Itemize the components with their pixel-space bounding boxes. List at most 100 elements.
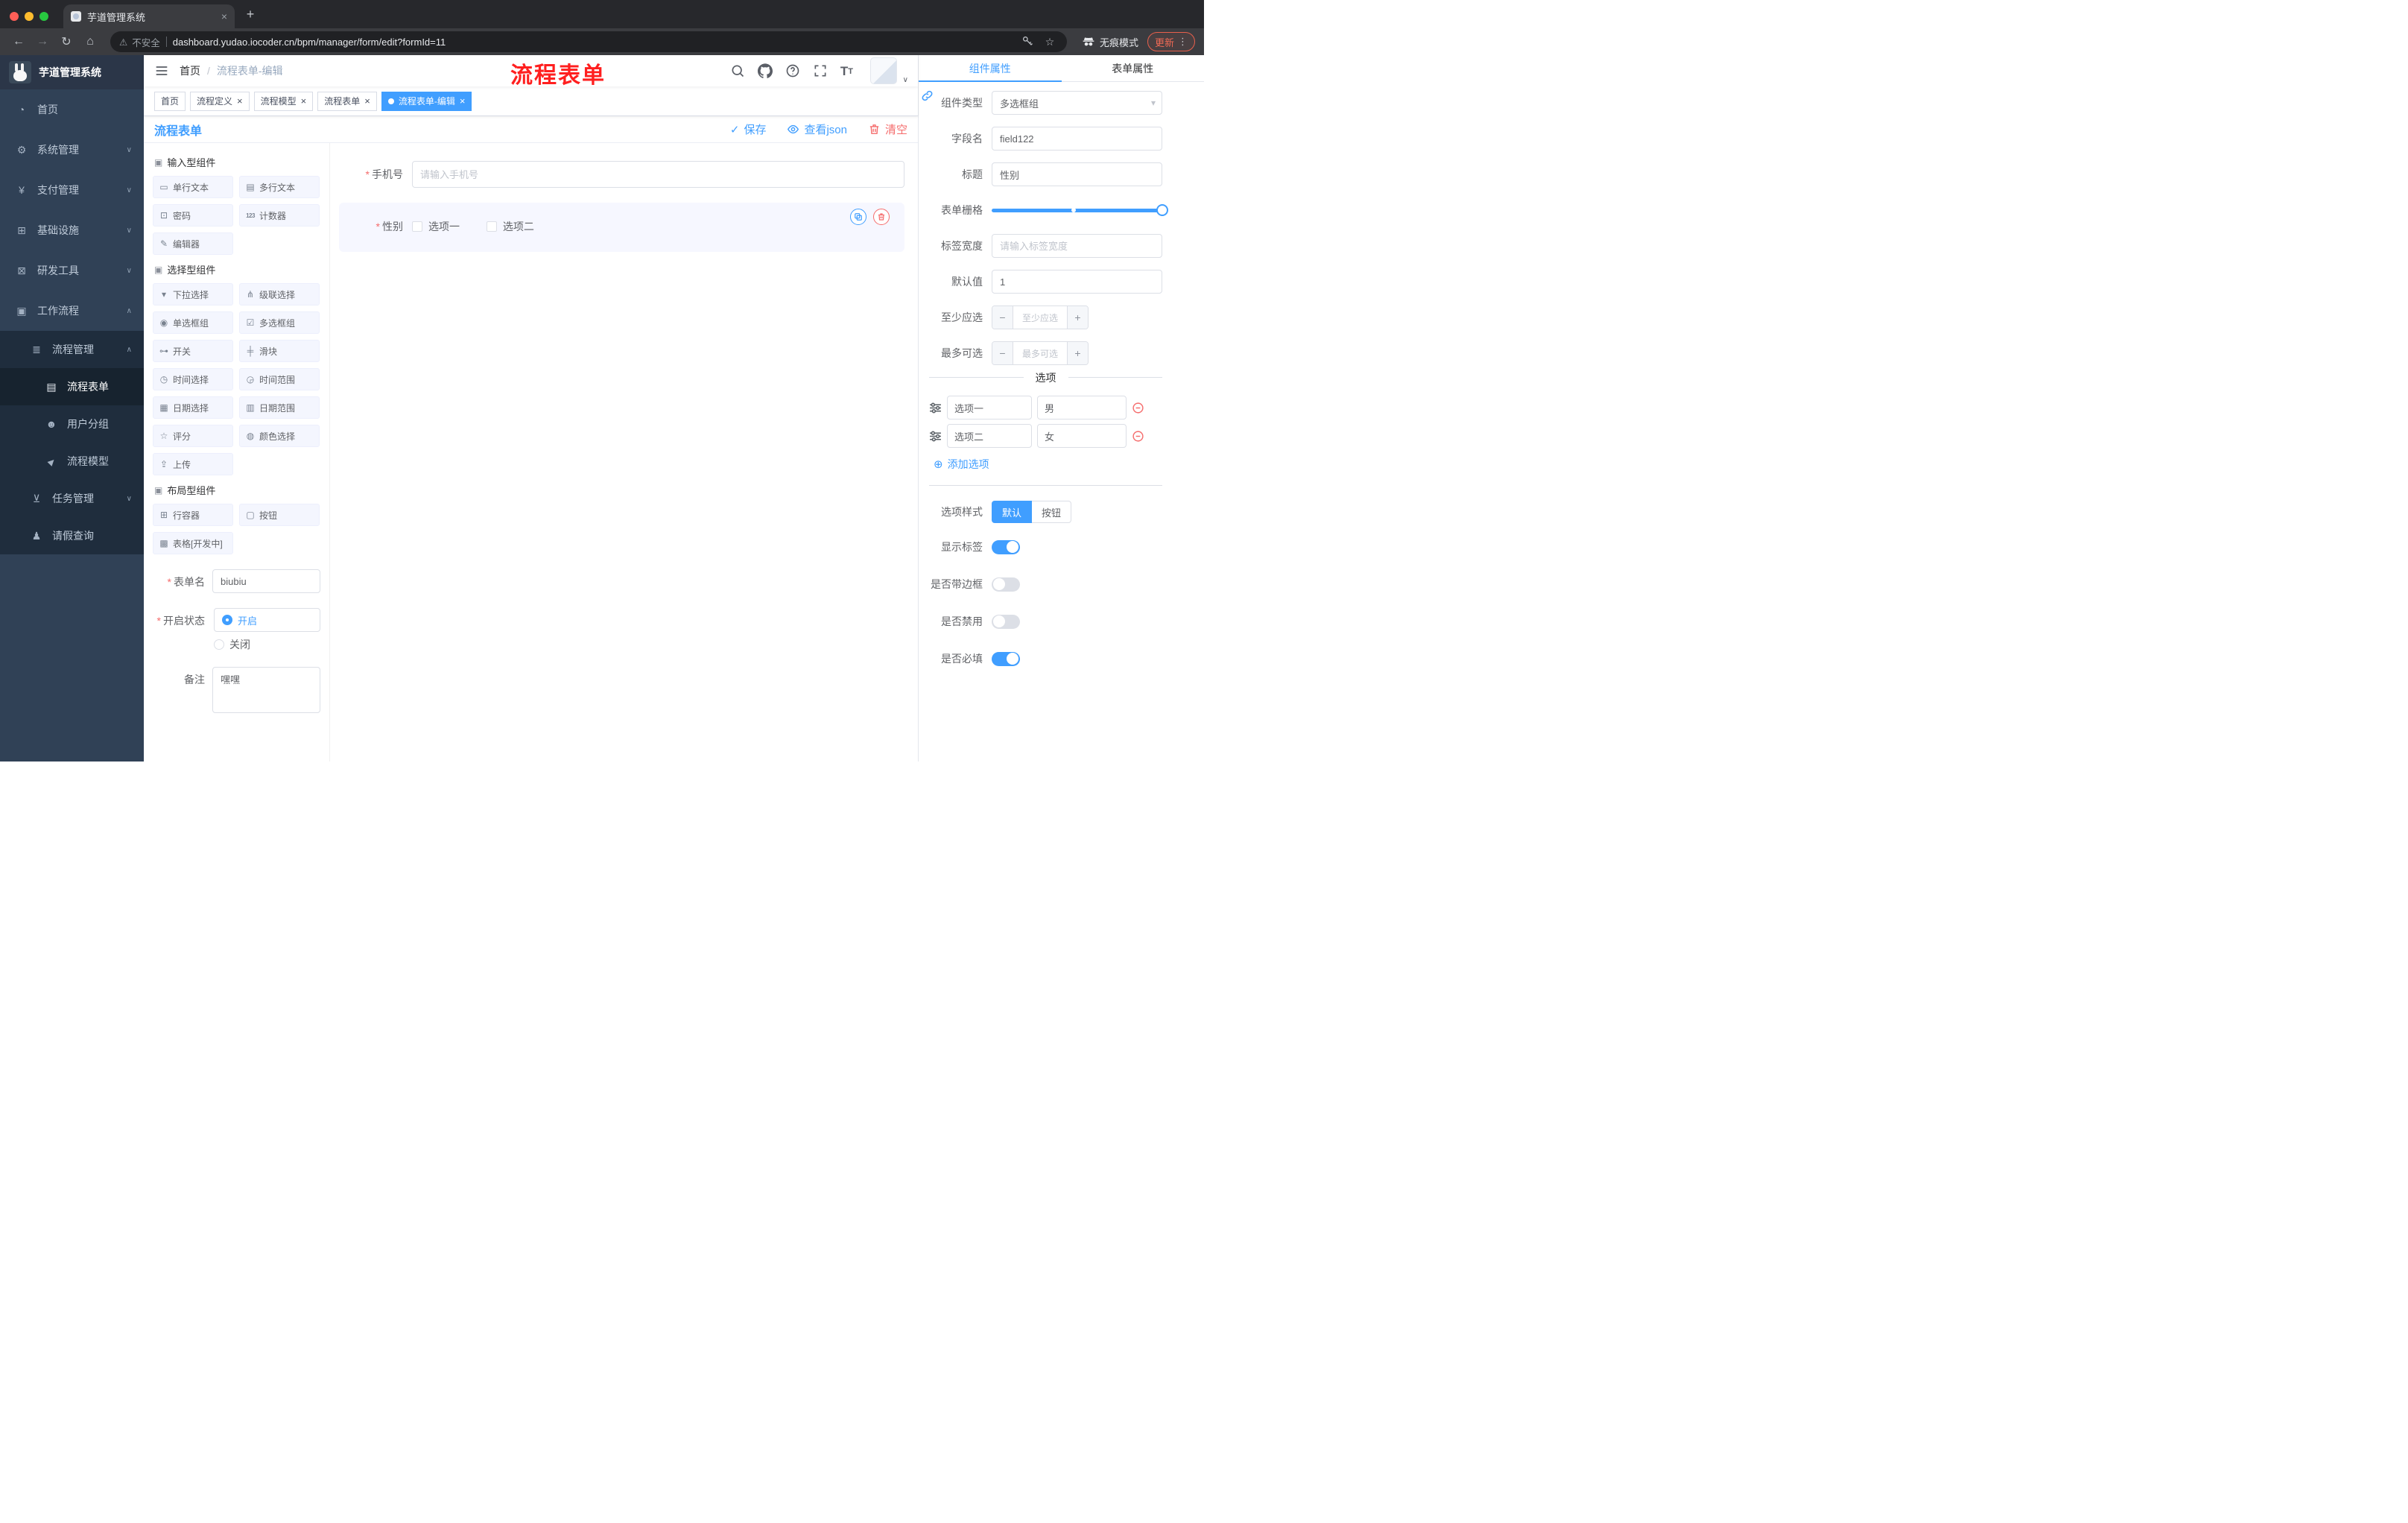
- sidebar-item-infrastructure[interactable]: ⊞ 基础设施 ∨: [0, 210, 144, 250]
- component-button[interactable]: ▢ 按钮: [239, 504, 320, 526]
- sidebar-item-workflow[interactable]: ▣ 工作流程 ∧: [0, 291, 144, 331]
- bookmark-star-icon[interactable]: ☆: [1042, 36, 1058, 48]
- help-icon[interactable]: [785, 63, 800, 78]
- component-table[interactable]: ▩ 表格[开发中]: [153, 532, 233, 554]
- tab-form-props[interactable]: 表单属性: [1062, 55, 1205, 81]
- new-tab-button[interactable]: +: [241, 4, 260, 24]
- search-icon[interactable]: [730, 63, 745, 78]
- minus-button[interactable]: −: [992, 306, 1013, 329]
- view-json-button[interactable]: 查看json: [787, 121, 847, 137]
- browser-home-icon[interactable]: ⌂: [80, 35, 100, 48]
- minus-button[interactable]: −: [992, 342, 1013, 364]
- component-time-range[interactable]: ◶ 时间范围: [239, 368, 320, 390]
- password-key-icon[interactable]: [1019, 35, 1036, 49]
- min-select-value[interactable]: 至少应选: [1013, 306, 1067, 329]
- sidebar-item-user-group[interactable]: ☻ 用户分组: [0, 405, 144, 443]
- sidebar-item-system[interactable]: ⚙ 系统管理 ∨: [0, 130, 144, 170]
- gender-option-2[interactable]: 选项二: [486, 219, 534, 234]
- sidebar-item-process-mgmt[interactable]: ≣ 流程管理 ∧: [0, 331, 144, 368]
- sidebar-logo[interactable]: 芋道管理系统: [0, 55, 144, 89]
- status-off-radio[interactable]: 关闭: [214, 632, 250, 652]
- style-default-button[interactable]: 默认: [992, 501, 1033, 523]
- disabled-switch[interactable]: [992, 614, 1020, 629]
- sidebar-item-process-form[interactable]: ▤ 流程表单: [0, 368, 144, 405]
- component-password[interactable]: ⊡ 密码: [153, 204, 233, 227]
- status-on-radio[interactable]: 开启: [214, 608, 320, 632]
- default-value-input[interactable]: [992, 270, 1162, 294]
- clear-button[interactable]: 清空: [868, 121, 907, 137]
- close-icon[interactable]: ×: [301, 95, 307, 107]
- back-icon[interactable]: ←: [9, 35, 28, 48]
- component-rate[interactable]: ☆ 评分: [153, 425, 233, 447]
- sidebar-item-home[interactable]: ◔ 首页: [0, 89, 144, 130]
- component-type-select[interactable]: 多选框组 ▾: [992, 91, 1162, 115]
- option-value-input[interactable]: [1037, 424, 1127, 448]
- sidebar-item-process-model[interactable]: ▶ 流程模型: [0, 443, 144, 480]
- component-date-range[interactable]: ▥ 日期范围: [239, 396, 320, 419]
- phone-field-row[interactable]: * 手机号: [339, 161, 907, 188]
- update-button[interactable]: 更新 ⋮: [1147, 32, 1195, 51]
- tab-component-props[interactable]: 组件属性: [919, 55, 1062, 82]
- selected-widget-gender[interactable]: * 性别 选项一 选项二: [339, 203, 904, 252]
- grid-slider[interactable]: [992, 198, 1168, 222]
- save-button[interactable]: ✓ 保存: [730, 121, 767, 137]
- tag-home[interactable]: 首页: [154, 91, 186, 111]
- add-option-button[interactable]: ⊕ 添加选项: [934, 457, 1162, 472]
- required-switch[interactable]: [992, 651, 1020, 666]
- component-slider[interactable]: ╪ 滑块: [239, 340, 320, 362]
- checkbox[interactable]: [412, 221, 422, 232]
- gender-option-1[interactable]: 选项一: [412, 219, 460, 234]
- plus-button[interactable]: +: [1067, 306, 1088, 329]
- fullscreen-icon[interactable]: [813, 63, 828, 78]
- window-close-button[interactable]: [10, 12, 19, 21]
- drag-handle-icon[interactable]: [929, 402, 942, 414]
- border-switch[interactable]: [992, 577, 1020, 592]
- github-icon[interactable]: [757, 63, 773, 78]
- component-date-picker[interactable]: ▦ 日期选择: [153, 396, 233, 419]
- tag-process-model[interactable]: 流程模型 ×: [253, 91, 314, 111]
- browser-menu-icon[interactable]: ⋮: [1178, 36, 1188, 48]
- form-name-input[interactable]: [212, 569, 320, 593]
- tag-process-form-edit[interactable]: 流程表单-编辑 ×: [381, 91, 472, 111]
- remove-option-icon[interactable]: [1132, 430, 1144, 443]
- component-switch[interactable]: ⊶ 开关: [153, 340, 233, 362]
- component-multi-text[interactable]: ▤ 多行文本: [239, 176, 320, 198]
- delete-widget-button[interactable]: [873, 209, 890, 225]
- component-cascader[interactable]: ⋔ 级联选择: [239, 283, 320, 305]
- plus-button[interactable]: +: [1067, 342, 1088, 364]
- browser-tab[interactable]: 芋道管理系统 ×: [63, 4, 235, 28]
- label-width-input[interactable]: [992, 234, 1162, 258]
- component-single-text[interactable]: ▭ 单行文本: [153, 176, 233, 198]
- link-icon[interactable]: [921, 89, 934, 102]
- max-select-value[interactable]: 最多可选: [1013, 342, 1067, 364]
- show-label-switch[interactable]: [992, 539, 1020, 554]
- sidebar-item-payment[interactable]: ¥ 支付管理 ∨: [0, 170, 144, 210]
- copy-widget-button[interactable]: [850, 209, 866, 225]
- breadcrumb-home[interactable]: 首页: [180, 63, 200, 78]
- window-zoom-button[interactable]: [39, 12, 48, 21]
- sidebar-item-devtools[interactable]: ⊠ 研发工具 ∨: [0, 250, 144, 291]
- avatar[interactable]: [870, 57, 897, 84]
- sidebar-item-leave-query[interactable]: ♟ 请假查询: [0, 517, 144, 554]
- window-minimize-button[interactable]: [25, 12, 34, 21]
- component-upload[interactable]: ⇪ 上传: [153, 453, 233, 475]
- option-value-input[interactable]: [1037, 396, 1127, 419]
- component-editor[interactable]: ✎ 编辑器: [153, 232, 233, 255]
- tag-process-form[interactable]: 流程表单 ×: [317, 91, 377, 111]
- security-status[interactable]: ⚠ 不安全: [119, 35, 160, 49]
- hamburger-icon[interactable]: [154, 63, 169, 78]
- sidebar-item-task-mgmt[interactable]: ⊻ 任务管理 ∨: [0, 480, 144, 517]
- close-icon[interactable]: ×: [237, 95, 243, 107]
- slider-handle[interactable]: [1156, 204, 1168, 216]
- component-radio-group[interactable]: ◉ 单选框组: [153, 311, 233, 334]
- address-bar[interactable]: ⚠ 不安全 dashboard.yudao.iocoder.cn/bpm/man…: [110, 31, 1067, 52]
- component-counter[interactable]: 123 计数器: [239, 204, 320, 227]
- option-name-input[interactable]: [947, 396, 1032, 419]
- close-icon[interactable]: ×: [364, 95, 370, 107]
- reload-icon[interactable]: ↻: [57, 34, 76, 49]
- checkbox[interactable]: [486, 221, 497, 232]
- component-color-picker[interactable]: ◍ 颜色选择: [239, 425, 320, 447]
- remove-option-icon[interactable]: [1132, 402, 1144, 414]
- component-row-container[interactable]: ⊞ 行容器: [153, 504, 233, 526]
- tab-close-icon[interactable]: ×: [221, 10, 227, 22]
